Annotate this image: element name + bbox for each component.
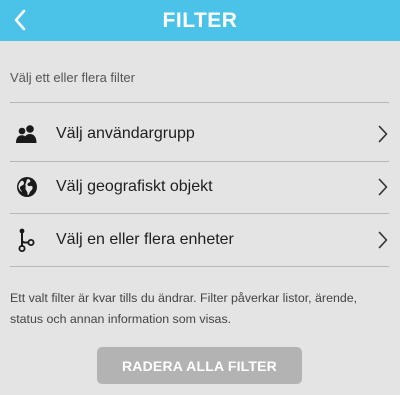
chevron-right-icon bbox=[376, 177, 390, 197]
globe-icon bbox=[14, 174, 40, 200]
page-title: FILTER bbox=[162, 8, 238, 32]
chevron-right-icon bbox=[376, 124, 390, 144]
chevron-right-icon bbox=[376, 230, 390, 250]
filter-row-geographic-object[interactable]: Välj geografiskt objekt bbox=[10, 162, 390, 212]
header-bar: FILTER bbox=[0, 0, 400, 41]
filter-row-user-group[interactable]: Välj användargrupp bbox=[10, 109, 390, 159]
user-group-icon bbox=[14, 121, 40, 147]
divider bbox=[10, 213, 389, 214]
filter-row-units[interactable]: Välj en eller flera enheter bbox=[10, 215, 390, 265]
divider bbox=[10, 266, 389, 267]
filter-intro-text: Välj ett eller flera filter bbox=[10, 70, 135, 85]
filter-row-label: Välj geografiskt objekt bbox=[56, 178, 213, 195]
hierarchy-icon bbox=[14, 227, 40, 253]
filter-info-text: Ett valt filter är kvar tills du ändrar.… bbox=[10, 291, 358, 326]
filter-row-label: Välj användargrupp bbox=[56, 125, 195, 142]
filter-row-label: Välj en eller flera enheter bbox=[56, 231, 234, 248]
back-button[interactable] bbox=[6, 6, 34, 34]
divider bbox=[10, 102, 389, 103]
clear-all-filters-button[interactable]: RADERA ALLA FILTER bbox=[97, 347, 302, 384]
chevron-left-icon bbox=[14, 9, 26, 31]
